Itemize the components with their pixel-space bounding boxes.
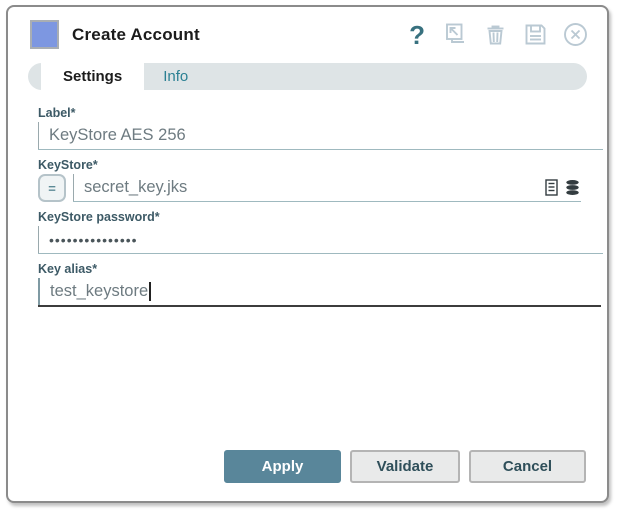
input-left-border: [38, 278, 40, 305]
dialog-title: Create Account: [72, 25, 409, 45]
keystore-input[interactable]: secret_key.jks: [73, 174, 581, 202]
keystore-field-label: KeyStore*: [38, 158, 603, 172]
alias-input-value: test_keystore: [50, 282, 148, 301]
validate-button[interactable]: Validate: [350, 450, 460, 483]
input-left-border: [38, 226, 39, 253]
dialog-type-icon: [30, 20, 59, 49]
content-spacer: [8, 307, 607, 450]
text-caret: [149, 282, 151, 301]
save-icon[interactable]: [522, 21, 549, 48]
create-account-dialog: Create Account ?: [6, 5, 609, 503]
password-input[interactable]: •••••••••••••••: [38, 226, 603, 254]
database-icon[interactable]: [564, 179, 581, 196]
equals-button[interactable]: =: [38, 174, 66, 202]
label-field-label: Label*: [38, 106, 603, 120]
keystore-row: = secret_key.jks: [38, 174, 603, 202]
document-icon[interactable]: [544, 179, 561, 196]
input-left-border: [73, 174, 74, 201]
header-toolbar: ?: [409, 21, 589, 48]
export-icon[interactable]: [442, 21, 469, 48]
password-field-label: KeyStore password*: [38, 210, 603, 224]
alias-field-label: Key alias*: [38, 262, 603, 276]
tab-info[interactable]: Info: [144, 63, 207, 90]
cancel-button[interactable]: Cancel: [469, 450, 586, 483]
input-left-border: [38, 122, 39, 149]
help-icon[interactable]: ?: [409, 22, 425, 48]
label-input-value: KeyStore AES 256: [49, 126, 186, 145]
close-icon[interactable]: [562, 21, 589, 48]
settings-form: Label* KeyStore AES 256 KeyStore* = secr…: [8, 90, 607, 307]
password-input-value: •••••••••••••••: [49, 232, 138, 248]
alias-input[interactable]: test_keystore: [38, 278, 601, 307]
tab-bar: Settings Info: [28, 63, 587, 90]
dialog-header: Create Account ?: [8, 7, 607, 55]
apply-button[interactable]: Apply: [224, 450, 341, 483]
footer-buttons: Apply Validate Cancel: [8, 450, 607, 501]
tab-settings[interactable]: Settings: [41, 63, 144, 90]
trash-icon[interactable]: [482, 21, 509, 48]
label-input[interactable]: KeyStore AES 256: [38, 122, 603, 150]
keystore-input-value: secret_key.jks: [84, 178, 187, 197]
